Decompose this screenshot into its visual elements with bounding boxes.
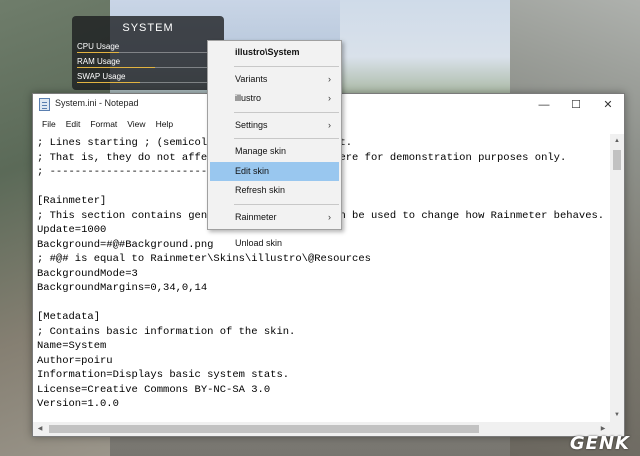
editor-line: ; #@# is equal to Rainmeter\Skins\illust… <box>37 253 371 265</box>
context-menu-item-edit-skin[interactable]: Edit skin <box>210 161 339 181</box>
context-menu-item-label: Variants <box>235 73 268 84</box>
notepad-icon <box>39 98 50 111</box>
genk-logo: GENK <box>569 433 630 454</box>
context-menu-item-label: Edit skin <box>235 165 270 176</box>
scroll-down-icon[interactable]: ▼ <box>610 408 624 422</box>
context-menu-item-illustro-system: illustro\System <box>208 43 341 63</box>
chevron-right-icon: › <box>328 93 331 103</box>
menu-help[interactable]: Help <box>151 119 178 129</box>
editor-line: [Metadata] <box>37 311 101 323</box>
context-menu: illustro\System Variants › illustro › Setting… <box>207 40 342 248</box>
context-menu-item-refresh-skin[interactable]: Refresh skin <box>208 181 341 201</box>
swap-usage-bar <box>77 82 218 83</box>
context-menu-item-label: Manage skin <box>235 146 287 156</box>
vertical-scrollbar[interactable]: ▲ ▼ <box>610 134 624 422</box>
menu-separator <box>234 138 339 139</box>
context-menu-item-label: Rainmeter <box>235 211 277 222</box>
menu-separator <box>234 111 339 113</box>
chevron-right-icon: › <box>328 119 331 130</box>
editor-line: Author=poiru <box>37 354 113 367</box>
maximize-button[interactable]: ☐ <box>560 94 592 116</box>
widget-row-swap: SWAP Usage <box>72 70 224 85</box>
context-menu-item-label: illustro\System <box>235 47 300 57</box>
window-title: System.ini - Notepad <box>55 98 139 108</box>
context-menu-item-label: illustro <box>235 93 262 103</box>
menu-file[interactable]: File <box>37 119 61 129</box>
editor-line: License=Creative Commons BY-NC-SA 3.0 <box>37 383 271 396</box>
context-menu-item-label: Settings <box>235 119 268 130</box>
ram-usage-label: RAM Usage <box>77 57 121 66</box>
menu-view[interactable]: View <box>122 119 150 129</box>
menu-format[interactable]: Format <box>85 119 122 129</box>
menu-separator <box>234 230 339 231</box>
vertical-scroll-thumb[interactable] <box>613 150 621 170</box>
context-menu-item-illustro[interactable]: illustro › <box>208 89 341 109</box>
chevron-right-icon: › <box>328 211 331 222</box>
cpu-usage-bar <box>77 52 218 53</box>
context-menu-item-manage-skin[interactable]: Manage skin <box>208 142 341 162</box>
editor-line: Information=Displays basic system stats. <box>37 369 290 381</box>
context-menu-item-variants[interactable]: Variants › <box>208 70 341 90</box>
scroll-left-icon[interactable]: ◀ <box>33 422 47 436</box>
horizontal-scroll-thumb[interactable] <box>49 425 479 433</box>
swap-usage-label: SWAP Usage <box>77 72 126 81</box>
cpu-usage-label: CPU Usage <box>77 42 120 51</box>
widget-row-ram: RAM Usage <box>72 55 224 70</box>
horizontal-scrollbar[interactable]: ◀ ▶ <box>33 422 610 436</box>
context-menu-item-label: Unload skin <box>235 238 283 248</box>
menu-separator <box>234 65 339 67</box>
editor-line: BackgroundMode=3 <box>37 267 138 280</box>
menu-separator <box>234 203 339 205</box>
chevron-right-icon: › <box>328 73 331 84</box>
minimize-button[interactable]: — <box>528 94 560 116</box>
system-widget[interactable]: SYSTEM CPU Usage RAM Usage SWAP Usage <box>72 16 224 90</box>
close-button[interactable]: ✕ <box>592 94 624 116</box>
editor-line: Version=1.0.0 <box>37 398 119 410</box>
context-menu-item-label: Refresh skin <box>235 185 286 195</box>
widget-title: SYSTEM <box>122 22 174 34</box>
editor-line: Name=System <box>37 340 107 352</box>
editor-line: ; Contains basic information of the skin… <box>37 325 296 338</box>
context-menu-item-settings[interactable]: Settings › <box>208 116 341 136</box>
menu-edit[interactable]: Edit <box>61 119 86 129</box>
scroll-up-icon[interactable]: ▲ <box>610 134 624 148</box>
widget-row-cpu: CPU Usage <box>72 40 224 55</box>
context-menu-item-rainmeter[interactable]: Rainmeter › <box>208 208 341 228</box>
context-menu-item-unload-skin[interactable]: Unload skin <box>208 234 341 254</box>
editor-line: BackgroundMargins=0,34,0,14 <box>37 282 208 294</box>
ram-usage-bar <box>77 67 218 68</box>
